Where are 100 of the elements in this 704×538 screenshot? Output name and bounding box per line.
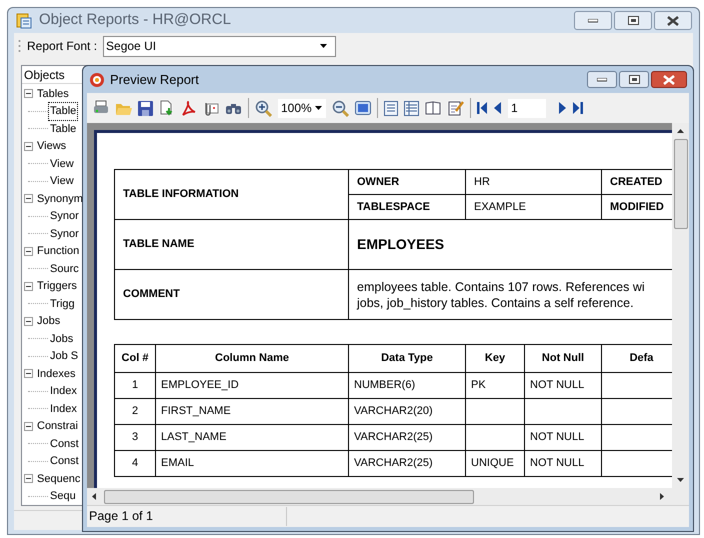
- horizontal-scrollbar[interactable]: [87, 488, 689, 505]
- column-header: Not Null: [524, 344, 602, 372]
- tree-item[interactable]: Constrai: [35, 417, 80, 436]
- pdf-icon[interactable]: [181, 100, 196, 116]
- columns-icon[interactable]: [404, 100, 419, 116]
- collapse-icon[interactable]: [24, 422, 33, 431]
- font-dropdown[interactable]: Segoe UI: [103, 36, 336, 56]
- column-header: Column Name: [156, 344, 348, 372]
- window-title: Object Reports - HR@ORCL: [39, 10, 231, 30]
- edit-icon[interactable]: [448, 100, 464, 116]
- zoom-dropdown[interactable]: 100%: [278, 98, 326, 118]
- report-icon: [15, 12, 33, 30]
- tree-item[interactable]: View: [48, 172, 76, 190]
- tree-item[interactable]: Sequ: [48, 487, 78, 506]
- status-text: Page 1 of 1: [87, 507, 287, 526]
- tree-item[interactable]: Table: [48, 120, 78, 138]
- last-page-icon[interactable]: [572, 102, 583, 114]
- scroll-down-icon[interactable]: [677, 478, 684, 482]
- vertical-scrollbar[interactable]: [672, 123, 689, 488]
- binoculars-icon[interactable]: [225, 101, 242, 115]
- tree-item[interactable]: Jobs: [48, 330, 76, 348]
- tree-item[interactable]: Sequenc: [35, 470, 82, 488]
- table-cell: HR: [466, 170, 602, 194]
- scroll-up-icon[interactable]: [677, 129, 684, 133]
- maximize-icon: [628, 75, 640, 84]
- close-icon: [667, 16, 679, 26]
- font-label: Report Font :: [27, 38, 98, 55]
- table-cell: EXAMPLE: [466, 194, 602, 220]
- printer-icon[interactable]: [93, 100, 109, 116]
- maximize-icon: [628, 16, 638, 25]
- collapse-icon[interactable]: [24, 194, 33, 204]
- tree-item[interactable]: Jobs: [35, 312, 62, 330]
- page-number-field[interactable]: 1: [508, 98, 546, 118]
- tree-item[interactable]: Synonym: [35, 190, 85, 208]
- first-page-icon[interactable]: [477, 102, 488, 114]
- tree-item[interactable]: Table: [48, 102, 78, 120]
- table-cell: UNIQUE: [466, 450, 524, 476]
- scroll-thumb[interactable]: [104, 490, 474, 504]
- minimize-button[interactable]: [574, 11, 612, 30]
- tree-item[interactable]: Synor: [48, 207, 81, 226]
- collapse-icon[interactable]: [24, 369, 33, 378]
- tree-item[interactable]: Triggers: [35, 277, 79, 296]
- table-cell: EMAIL: [156, 450, 348, 476]
- column-header: Data Type: [348, 344, 466, 372]
- collapse-icon[interactable]: [24, 89, 33, 98]
- tree-item[interactable]: Tables: [35, 84, 71, 103]
- collapse-icon[interactable]: [24, 246, 33, 256]
- tree-item[interactable]: Indexes: [35, 364, 78, 383]
- tree-item[interactable]: Synor: [48, 224, 81, 243]
- page-icon[interactable]: [384, 100, 398, 116]
- scroll-left-icon[interactable]: [92, 493, 96, 500]
- close-button[interactable]: [654, 11, 692, 30]
- zoom-out-icon[interactable]: [332, 100, 349, 116]
- collapse-icon[interactable]: [24, 142, 33, 151]
- table-cell: NOT NULL: [524, 424, 602, 450]
- tree-item[interactable]: Views: [35, 137, 68, 156]
- tree-item[interactable]: Function: [35, 242, 82, 260]
- table-cell: OWNER: [348, 170, 466, 194]
- minimize-button[interactable]: [587, 71, 617, 88]
- gear-icon: [89, 72, 105, 88]
- zoom-in-icon[interactable]: [255, 100, 272, 116]
- caret-icon: [314, 106, 322, 110]
- table-cell: COMMENT: [114, 270, 348, 320]
- minimize-icon: [597, 78, 607, 82]
- table-cell: TABLESPACE: [348, 194, 466, 220]
- table-cell: TABLE INFORMATION: [114, 170, 348, 220]
- collapse-icon[interactable]: [24, 474, 33, 484]
- table-cell: VARCHAR2(25): [348, 450, 466, 476]
- tree-item[interactable]: Sourc: [48, 260, 81, 278]
- table-cell: 2: [114, 398, 156, 424]
- maximize-button[interactable]: [614, 11, 652, 30]
- table-cell: FIRST_NAME: [156, 398, 348, 424]
- table-cell: VARCHAR2(25): [348, 424, 466, 450]
- collapse-icon[interactable]: [24, 282, 33, 291]
- scroll-right-icon[interactable]: [660, 493, 664, 500]
- table-cell: VARCHAR2(20): [348, 398, 466, 424]
- column-header: Col #: [114, 344, 156, 372]
- next-page-icon[interactable]: [558, 102, 566, 114]
- previous-page-icon[interactable]: [494, 102, 502, 114]
- minimize-icon: [588, 18, 598, 22]
- table-cell: 1: [114, 372, 156, 398]
- tree-item[interactable]: View: [48, 154, 76, 173]
- monitor-icon[interactable]: [355, 101, 371, 115]
- tree-item[interactable]: Index: [48, 400, 79, 418]
- maximize-button[interactable]: [619, 71, 649, 88]
- tree-item[interactable]: Index: [48, 382, 79, 400]
- table-cell: 3: [114, 424, 156, 450]
- scroll-thumb[interactable]: [674, 139, 688, 229]
- collapse-icon[interactable]: [24, 316, 33, 326]
- close-button[interactable]: [651, 71, 687, 88]
- tree-item[interactable]: Job S: [48, 347, 80, 366]
- book-icon[interactable]: [425, 101, 442, 115]
- table-cell: NUMBER(6): [348, 372, 466, 398]
- document-arrow-icon[interactable]: [159, 100, 175, 116]
- grip-icon: [18, 39, 21, 53]
- tree-item[interactable]: Trigg: [48, 294, 77, 313]
- tree-item[interactable]: Const: [48, 434, 81, 453]
- tree-item[interactable]: Const: [48, 452, 81, 470]
- close-icon: [663, 74, 675, 84]
- table-cell: PK: [466, 372, 524, 398]
